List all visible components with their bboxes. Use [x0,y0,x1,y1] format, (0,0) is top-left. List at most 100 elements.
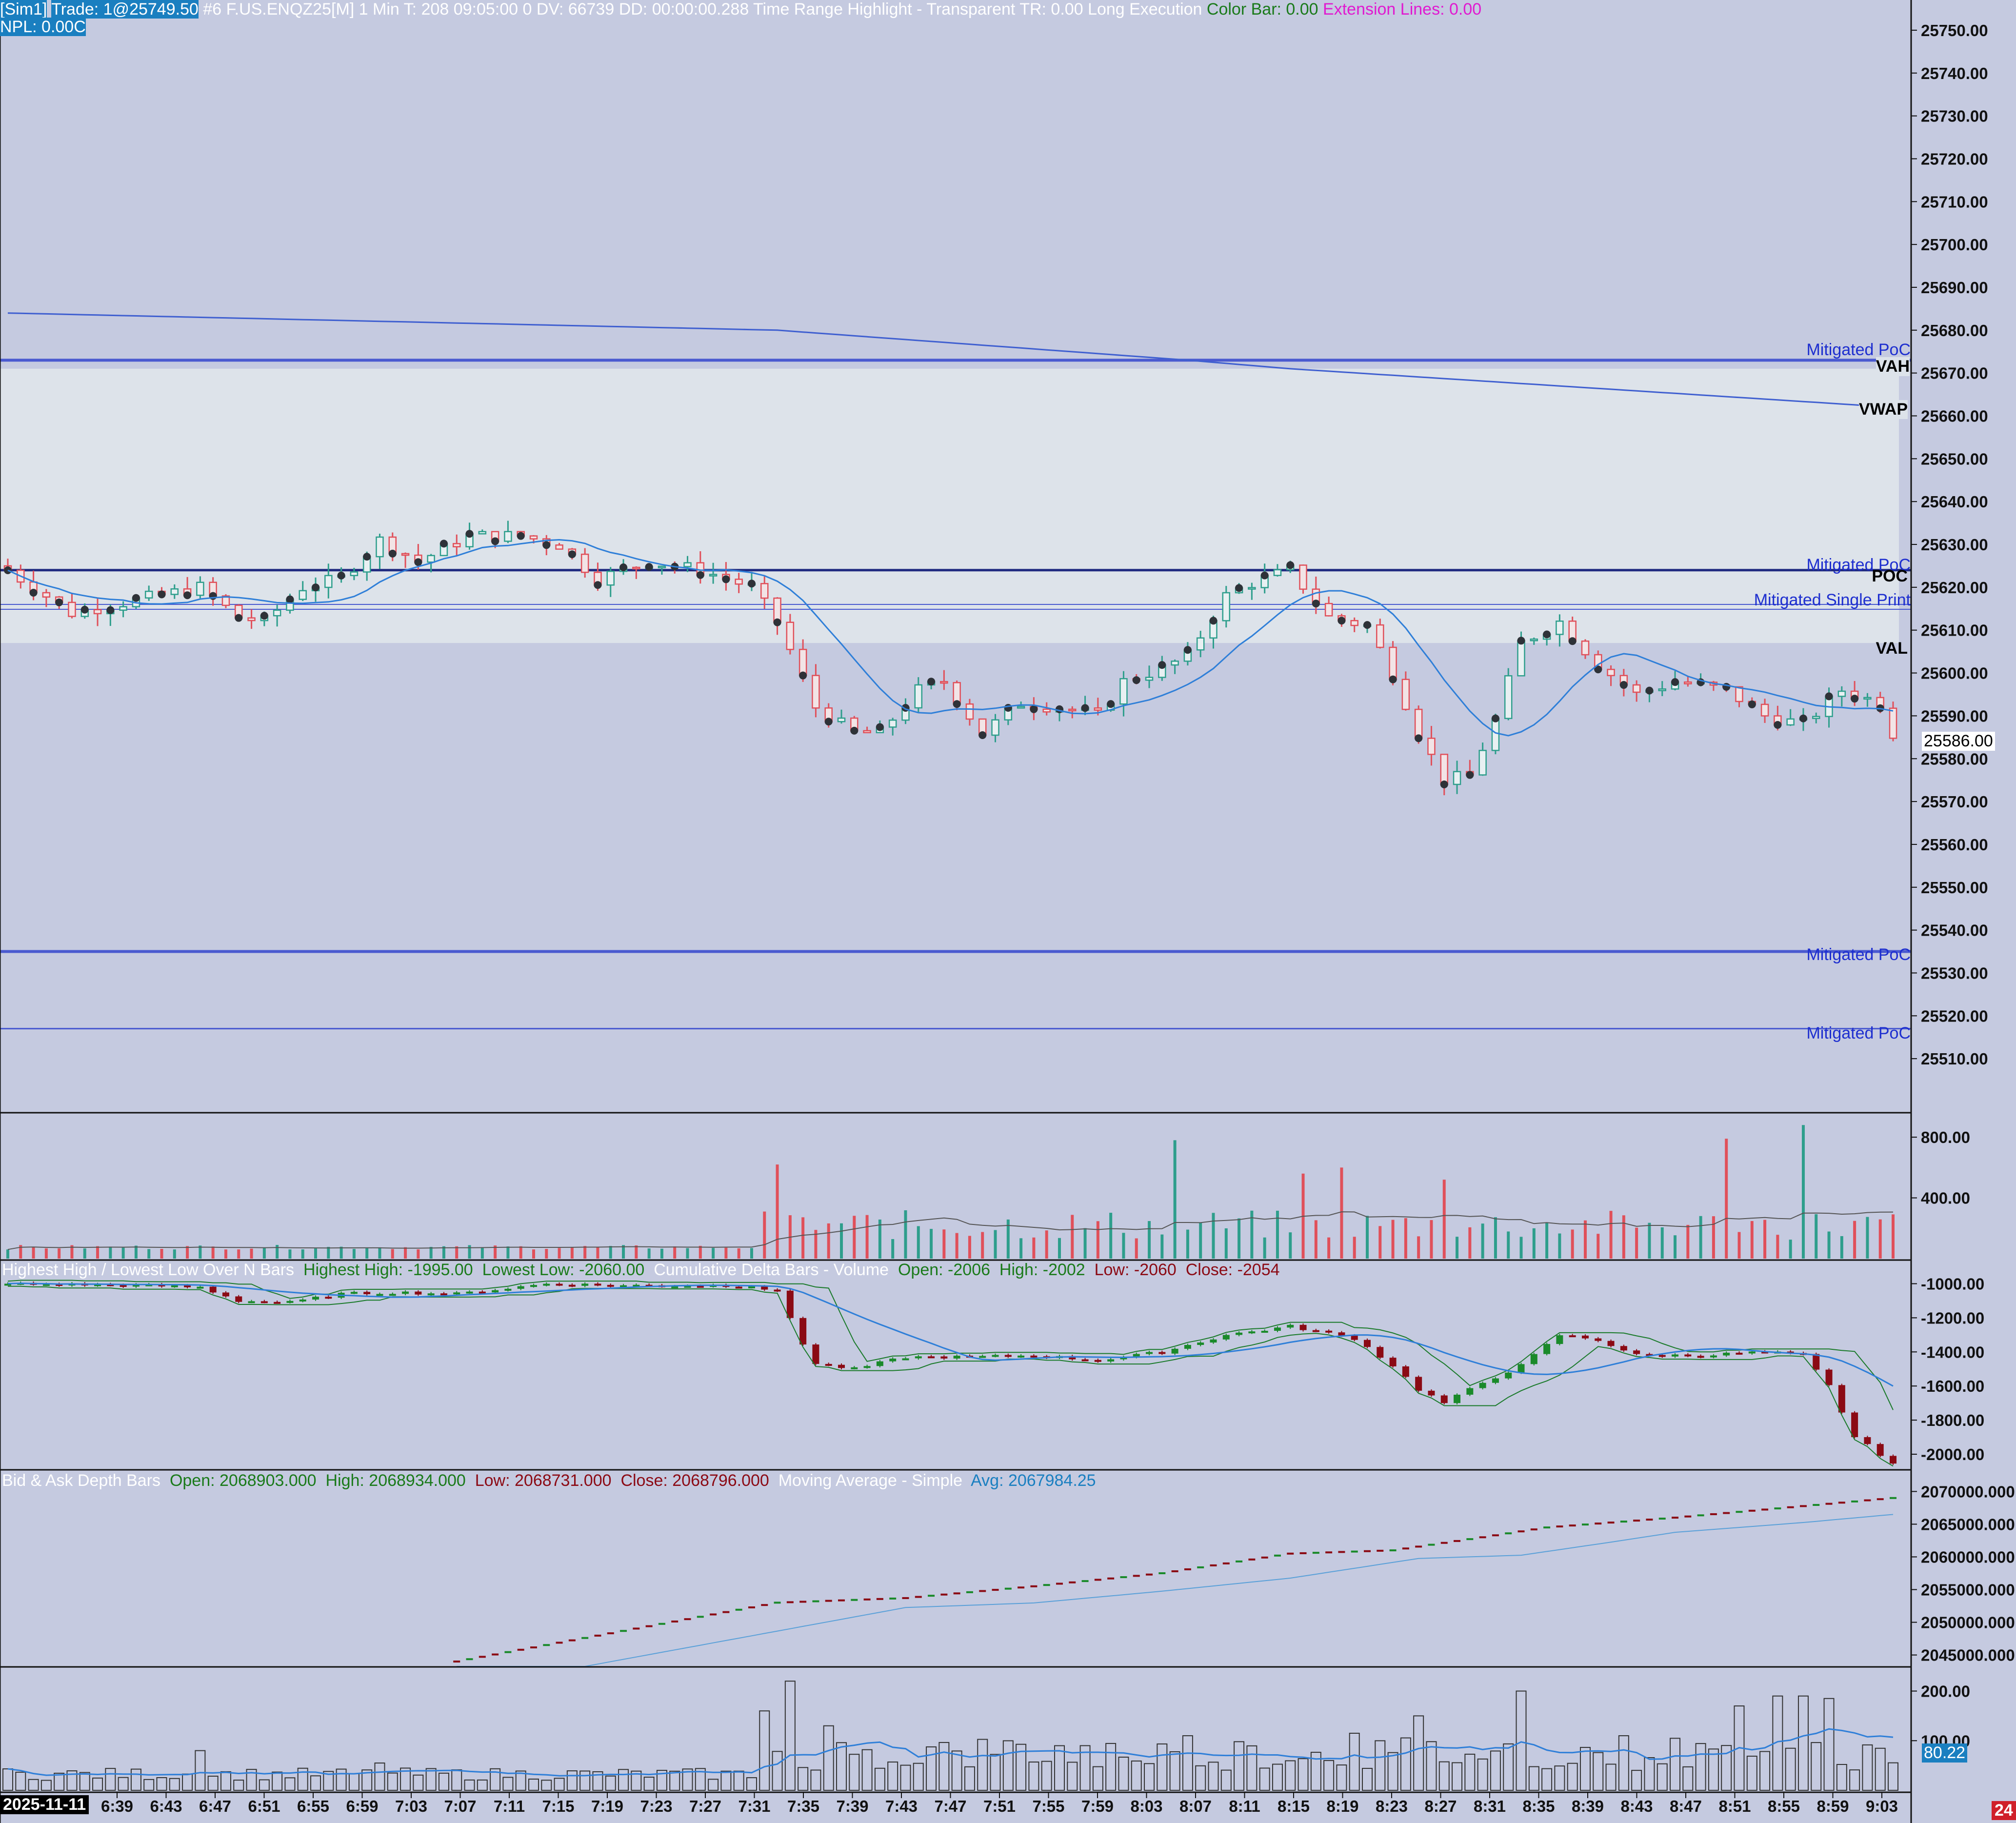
volume-bar [660,1248,663,1259]
delta-bar [530,1285,537,1287]
delta-bar [1261,1331,1268,1333]
volume-bar [404,1247,407,1259]
delta-bar [492,1290,499,1293]
price-axis-label: 25670.00 [1921,364,1988,382]
cum-delta-title: Cumulative Delta Bars - Volume [654,1261,889,1279]
delta-bar [748,1286,755,1288]
delta-bar [1094,1360,1101,1362]
price-axis-label: 25630.00 [1921,536,1988,554]
time-axis-label: 8:31 [1474,1797,1506,1815]
delta-bar [299,1299,306,1302]
delta-bar [1595,1338,1602,1341]
delta-bar [1274,1327,1281,1331]
price-axis-label: 25680.00 [1921,321,1988,340]
volume-bar [1378,1226,1382,1259]
candle-body [376,536,384,558]
execution-dot [312,583,320,592]
volume-bar [1597,1234,1600,1259]
volume-bar [519,1246,522,1259]
volume-bar [121,1247,125,1259]
volume-bar [365,1248,369,1259]
volume-bar [1801,1125,1805,1259]
candle-body [504,531,512,542]
volume-bar [1507,1231,1510,1259]
volume-bar [1327,1237,1331,1259]
candle-body [247,617,256,621]
candle-body [1530,638,1538,641]
delta-bar [1530,1354,1537,1364]
volume-bar [1635,1227,1638,1259]
volume-bar [1417,1236,1420,1259]
time-axis-label: 7:03 [395,1797,427,1815]
delta-bar [1556,1335,1563,1344]
volume-bar [1815,1214,1818,1259]
time-axis-label: 7:27 [689,1797,721,1815]
price-axis-label: 25560.00 [1921,836,1988,854]
candle-body [1786,718,1795,726]
sim-badge[interactable]: [Sim1] [0,0,47,19]
time-axis-label: 7:19 [591,1797,623,1815]
candle-body [273,609,281,617]
delta-bar [1184,1345,1191,1349]
delta-bar [1492,1378,1499,1383]
execution-dot [4,566,12,574]
volume-bar [1430,1220,1433,1259]
delta-axis-label: -1400.00 [1921,1343,1984,1361]
candle-body [93,609,102,615]
depth-axis-label: 2060000.000 [1921,1548,2015,1566]
npl-line: NPL: 0.00C [0,18,86,36]
volume-bar [58,1248,61,1259]
execution-dot [953,700,961,708]
candle-body [863,730,871,734]
delta-bar [1697,1356,1704,1358]
delta-bar [1454,1395,1461,1403]
candle-body [1556,621,1564,635]
color-bar-text: Color Bar: 0.00 [1206,0,1318,19]
time-axis-label: 8:15 [1277,1797,1310,1815]
price-axis-label: 25610.00 [1921,621,1988,640]
delta-bar [1466,1388,1474,1395]
delta-bar [1146,1352,1153,1354]
volume-bar [1763,1220,1767,1259]
volume-bar [1468,1227,1472,1259]
execution-dot [1491,714,1499,722]
delta-bar [286,1301,294,1303]
delta-bar [812,1344,819,1364]
volume-bar [1674,1235,1677,1259]
delta-panel-header: Highest High / Lowest Low Over N Bars Hi… [2,1261,1280,1279]
delta-bar [1428,1390,1435,1396]
npl-badge[interactable]: NPL: 0.00C [0,18,86,36]
level-label-val: VAL [1876,639,1908,658]
volume-bar [904,1210,907,1259]
time-axis-label: 8:19 [1326,1797,1358,1815]
trade-badge[interactable]: Trade: 1@25749.50 [51,0,199,19]
execution-dot [876,723,884,731]
volume-bar [1840,1236,1843,1259]
volume-bar [1353,1237,1356,1259]
volume-bar [6,1249,9,1259]
volume-bar [314,1248,318,1259]
execution-dot [132,594,140,602]
date-badge: 2025-11-11 [0,1795,89,1814]
candle-body [1837,690,1846,697]
candle-body [1889,707,1897,739]
delta-bar [1287,1324,1294,1328]
chart-canvas[interactable]: 25750.00 25740.00 25730.00 25720.00 25710.00… [0,0,2016,1823]
time-axis-label: 6:39 [101,1797,133,1815]
delta-axis-label: -1000.00 [1921,1275,1984,1293]
delta-bar [363,1292,371,1294]
execution-dot [388,549,397,558]
time-axis-label: 8:23 [1376,1797,1408,1815]
candle-body [1491,718,1500,751]
candle-body [965,703,974,720]
execution-dot [235,614,243,622]
execution-dot [1722,682,1731,691]
execution-dot [1158,661,1166,669]
volume-bar [1366,1216,1369,1259]
corner-badge[interactable]: 24 [1992,1801,2016,1820]
delta-bar [209,1286,217,1293]
delta-bar [120,1285,127,1287]
delta-bar [402,1291,409,1294]
time-axis-label: 6:59 [346,1797,378,1815]
execution-dot [799,671,807,680]
